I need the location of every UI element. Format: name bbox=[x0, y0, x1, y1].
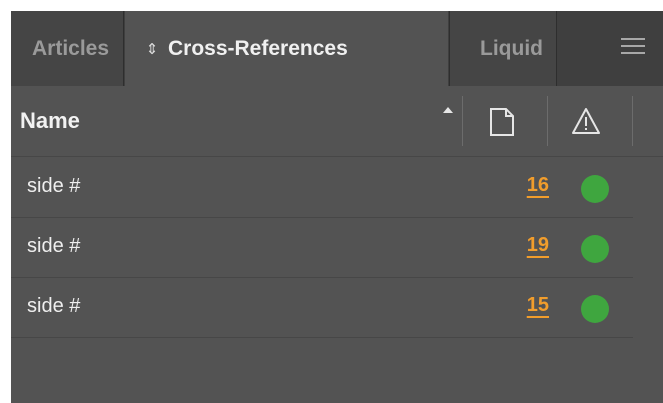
tab-articles-label: Articles bbox=[32, 36, 110, 60]
tab-cross-references[interactable]: ⇕ Cross-References bbox=[125, 11, 448, 86]
panel-menu-icon[interactable] bbox=[621, 38, 645, 56]
tab-liquid[interactable]: Liquid bbox=[449, 11, 557, 86]
column-divider[interactable] bbox=[632, 96, 633, 146]
tab-collapse-arrows-icon[interactable]: ⇕ bbox=[143, 40, 161, 58]
column-header-name[interactable]: Name bbox=[20, 108, 80, 134]
warning-icon[interactable] bbox=[571, 106, 601, 136]
window: Articles ⇕ Cross-References Liquid Name bbox=[0, 0, 663, 403]
status-ok-icon bbox=[581, 295, 609, 323]
row-page-link[interactable]: 19 bbox=[513, 234, 549, 257]
tab-strip: Articles ⇕ Cross-References Liquid bbox=[11, 11, 663, 86]
row-name: side # bbox=[27, 175, 81, 197]
cross-references-panel: Articles ⇕ Cross-References Liquid Name bbox=[11, 11, 663, 403]
tab-cross-references-label: Cross-References bbox=[168, 36, 348, 60]
row-name: side # bbox=[27, 235, 81, 257]
page-icon[interactable] bbox=[489, 107, 515, 137]
sort-ascending-icon[interactable] bbox=[443, 107, 453, 113]
table-row[interactable]: side # 15 bbox=[11, 278, 633, 338]
column-divider[interactable] bbox=[547, 96, 548, 146]
tab-liquid-label: Liquid bbox=[480, 36, 543, 60]
row-page-link[interactable]: 16 bbox=[513, 174, 549, 197]
column-divider[interactable] bbox=[462, 96, 463, 146]
table-row[interactable]: side # 19 bbox=[11, 218, 633, 278]
table-row[interactable]: side # 16 bbox=[11, 158, 633, 218]
status-ok-icon bbox=[581, 235, 609, 263]
status-ok-icon bbox=[581, 175, 609, 203]
row-name: side # bbox=[27, 295, 81, 317]
tab-articles[interactable]: Articles bbox=[11, 11, 124, 86]
table-header: Name bbox=[11, 86, 663, 157]
row-page-link[interactable]: 15 bbox=[513, 294, 549, 317]
